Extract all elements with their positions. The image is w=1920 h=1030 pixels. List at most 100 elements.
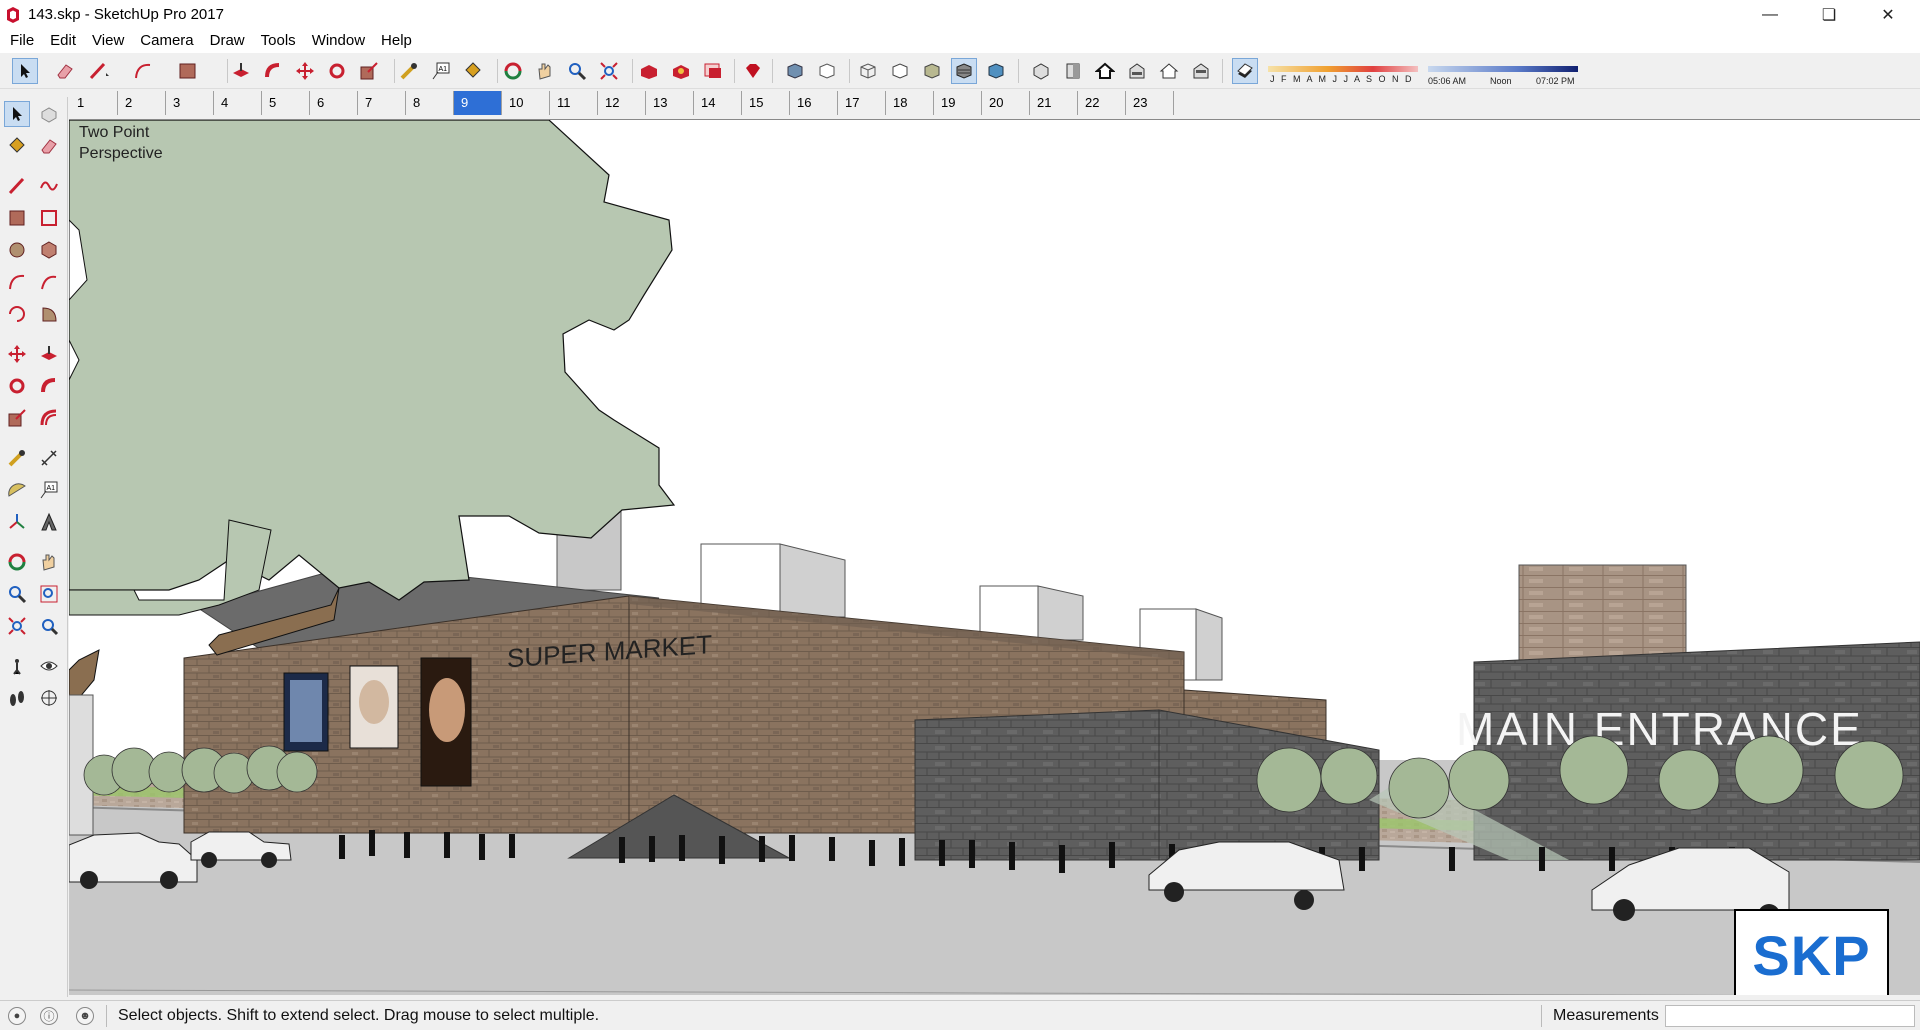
scene-tab-17[interactable]: 17 [838,91,886,115]
component-icon[interactable] [36,101,62,127]
date-slider[interactable] [1268,66,1418,72]
menu-view[interactable]: View [84,29,132,53]
scene-tab-3[interactable]: 3 [166,91,214,115]
scene-tab-19[interactable]: 19 [934,91,982,115]
text-icon[interactable]: A1 [36,477,62,503]
scene-tab-6[interactable]: 6 [310,91,358,115]
scene-tab-8[interactable]: 8 [406,91,454,115]
pie-icon[interactable] [36,301,62,327]
wireframe-icon[interactable] [855,58,881,84]
section-plane-icon[interactable] [36,685,62,711]
zoom-icon[interactable] [4,581,30,607]
scene-tab-10[interactable]: 10 [502,91,550,115]
scene-tab-21[interactable]: 21 [1030,91,1078,115]
move-icon[interactable] [4,341,30,367]
menu-file[interactable]: File [2,29,42,53]
shaded-icon[interactable] [919,58,945,84]
menu-camera[interactable]: Camera [132,29,201,53]
ruby-console-icon[interactable] [740,58,766,84]
three-point-arc-icon[interactable] [4,301,30,327]
dimension-icon[interactable] [36,445,62,471]
arc-icon[interactable] [131,58,157,84]
paint-bucket-icon[interactable] [4,133,30,159]
paint-bucket-icon[interactable] [460,58,486,84]
menu-tools[interactable]: Tools [253,29,304,53]
menu-draw[interactable]: Draw [202,29,253,53]
push-pull-icon[interactable] [36,341,62,367]
line-icon[interactable] [4,173,30,199]
measurements-input[interactable] [1665,1005,1915,1027]
scene-tab-16[interactable]: 16 [790,91,838,115]
walk-icon[interactable] [4,685,30,711]
protractor-icon[interactable] [4,477,30,503]
zoom-window-icon[interactable] [36,581,62,607]
eraser-icon[interactable] [36,133,62,159]
hidden-line-icon[interactable] [887,58,913,84]
scene-tab-1[interactable]: 1 [70,91,118,115]
scale-icon[interactable] [356,58,382,84]
scene-tab-7[interactable]: 7 [358,91,406,115]
shadows-toggle-icon[interactable] [1232,58,1258,84]
3d-text-icon[interactable] [36,509,62,535]
front-view-icon[interactable] [1060,58,1086,84]
back-edges-icon[interactable] [814,58,840,84]
scene-tab-12[interactable]: 12 [598,91,646,115]
menu-help[interactable]: Help [373,29,420,53]
time-slider[interactable] [1428,66,1578,72]
scene-tab-11[interactable]: 11 [550,91,598,115]
pan-icon[interactable] [36,549,62,575]
scene-tab-18[interactable]: 18 [886,91,934,115]
scene-tab-9[interactable]: 9 [454,91,502,115]
offset-icon[interactable] [36,405,62,431]
polygon-icon[interactable] [36,237,62,263]
scene-tab-15[interactable]: 15 [742,91,790,115]
orbit-icon[interactable] [4,549,30,575]
restore-button[interactable]: ❏ [1800,0,1858,29]
close-button[interactable]: ✕ [1859,0,1917,29]
look-around-icon[interactable] [36,653,62,679]
zoom-extents-icon[interactable] [4,613,30,639]
credits-icon[interactable]: ⓘ [40,1007,58,1025]
geo-location-icon[interactable]: ● [8,1007,26,1025]
zoom-extents-icon[interactable] [596,58,622,84]
menu-edit[interactable]: Edit [42,29,84,53]
push-pull-icon[interactable] [228,58,254,84]
xray-icon[interactable] [782,58,808,84]
scene-tab-4[interactable]: 4 [214,91,262,115]
model-viewport[interactable]: SUPER MARKET MAIN ENTRANCE Two Point Per… [69,119,1920,995]
monochrome-icon[interactable] [983,58,1009,84]
scale-icon[interactable] [4,405,30,431]
circle-icon[interactable] [4,237,30,263]
two-point-arc-icon[interactable] [36,269,62,295]
extension-warehouse-icon[interactable] [668,58,694,84]
text-icon[interactable]: A1 [428,58,454,84]
home-view-icon[interactable] [1092,58,1118,84]
pan-icon[interactable] [532,58,558,84]
back-view-icon[interactable] [1156,58,1182,84]
scene-tab-5[interactable]: 5 [262,91,310,115]
rectangle-icon[interactable] [4,205,30,231]
minimize-button[interactable]: — [1741,0,1799,29]
rotated-rectangle-icon[interactable] [36,205,62,231]
line-icon[interactable] [86,58,112,84]
right-view-icon[interactable] [1124,58,1150,84]
zoom-icon[interactable] [564,58,590,84]
menu-window[interactable]: Window [304,29,373,53]
arc-icon[interactable] [4,269,30,295]
iso-view-icon[interactable] [1028,58,1054,84]
orbit-icon[interactable] [500,58,526,84]
select-icon[interactable] [4,101,30,127]
freehand-icon[interactable] [36,173,62,199]
scene-tab-14[interactable]: 14 [694,91,742,115]
scene-tab-20[interactable]: 20 [982,91,1030,115]
scene-tab-2[interactable]: 2 [118,91,166,115]
send-to-layout-icon[interactable] [700,58,726,84]
rectangle-icon[interactable] [176,58,202,84]
warehouse-icon[interactable] [636,58,662,84]
select-icon[interactable] [12,58,38,84]
tape-measure-icon[interactable] [4,445,30,471]
left-view-icon[interactable] [1188,58,1214,84]
scene-tab-13[interactable]: 13 [646,91,694,115]
scene-tab-23[interactable]: 23 [1126,91,1174,115]
follow-me-icon[interactable] [260,58,286,84]
